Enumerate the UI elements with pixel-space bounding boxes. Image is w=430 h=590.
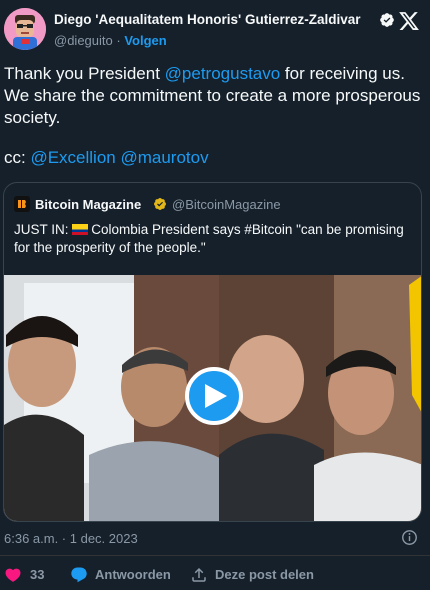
- follow-button[interactable]: Volgen: [124, 33, 166, 48]
- like-button[interactable]: 33: [4, 564, 64, 586]
- heart-icon: [5, 568, 21, 582]
- mention-petrogustavo[interactable]: @petrogustavo: [165, 64, 281, 83]
- play-icon: [205, 384, 227, 408]
- author-name[interactable]: Diego 'Aequalitatem Honoris' Gutierrez-Z…: [54, 12, 360, 27]
- quoted-author-name[interactable]: Bitcoin Magazine: [35, 197, 141, 212]
- mention-excellion[interactable]: @Excellion: [30, 148, 115, 167]
- handle-separator: ·: [116, 33, 121, 48]
- tweet-cc-line: cc: @Excellion @maurotov: [4, 147, 424, 169]
- divider: [0, 555, 430, 556]
- tweet-timestamp[interactable]: 6:36 a.m. · 1 dec. 2023: [4, 531, 138, 546]
- cc-label: cc:: [4, 148, 31, 167]
- quoted-tweet-text: JUST IN: Colombia President says #Bitcoi…: [14, 221, 414, 257]
- x-logo-icon[interactable]: [398, 10, 420, 32]
- action-bar: 33 Antwoorden Deze post delen: [4, 564, 424, 586]
- author-avatar[interactable]: [4, 8, 46, 50]
- reply-label: Antwoorden: [95, 567, 171, 582]
- quoted-author-handle[interactable]: @BitcoinMagazine: [172, 197, 281, 212]
- colombia-flag-icon: [72, 224, 89, 235]
- info-icon[interactable]: [401, 529, 418, 546]
- verified-badge-icon: [380, 13, 394, 27]
- quoted-text-prefix: JUST IN:: [14, 222, 73, 237]
- quoted-tweet[interactable]: Bitcoin Magazine @BitcoinMagazine JUST I…: [3, 182, 422, 522]
- share-button[interactable]: Deze post delen: [190, 564, 330, 586]
- tweet-paragraph: Thank you President @petrogustavo for re…: [4, 63, 424, 129]
- like-count: 33: [30, 567, 45, 582]
- tweet-text-part: Thank you President: [4, 64, 165, 83]
- play-button[interactable]: [185, 367, 243, 425]
- tweet-text: Thank you President @petrogustavo for re…: [4, 63, 424, 169]
- reply-icon: [71, 567, 87, 583]
- author-handle[interactable]: @dieguito: [54, 33, 113, 48]
- mention-maurotov[interactable]: @maurotov: [120, 148, 208, 167]
- video-thumbnail[interactable]: [4, 275, 421, 521]
- tweet-header: Diego 'Aequalitatem Honoris' Gutierrez-Z…: [4, 8, 426, 54]
- bitcoin-magazine-logo: [14, 196, 30, 212]
- share-icon: [192, 567, 206, 582]
- author-handle-line: @dieguito · Volgen: [54, 33, 167, 48]
- gold-verified-badge-icon: [154, 198, 166, 210]
- share-label: Deze post delen: [215, 567, 314, 582]
- reply-button[interactable]: Antwoorden: [70, 564, 180, 586]
